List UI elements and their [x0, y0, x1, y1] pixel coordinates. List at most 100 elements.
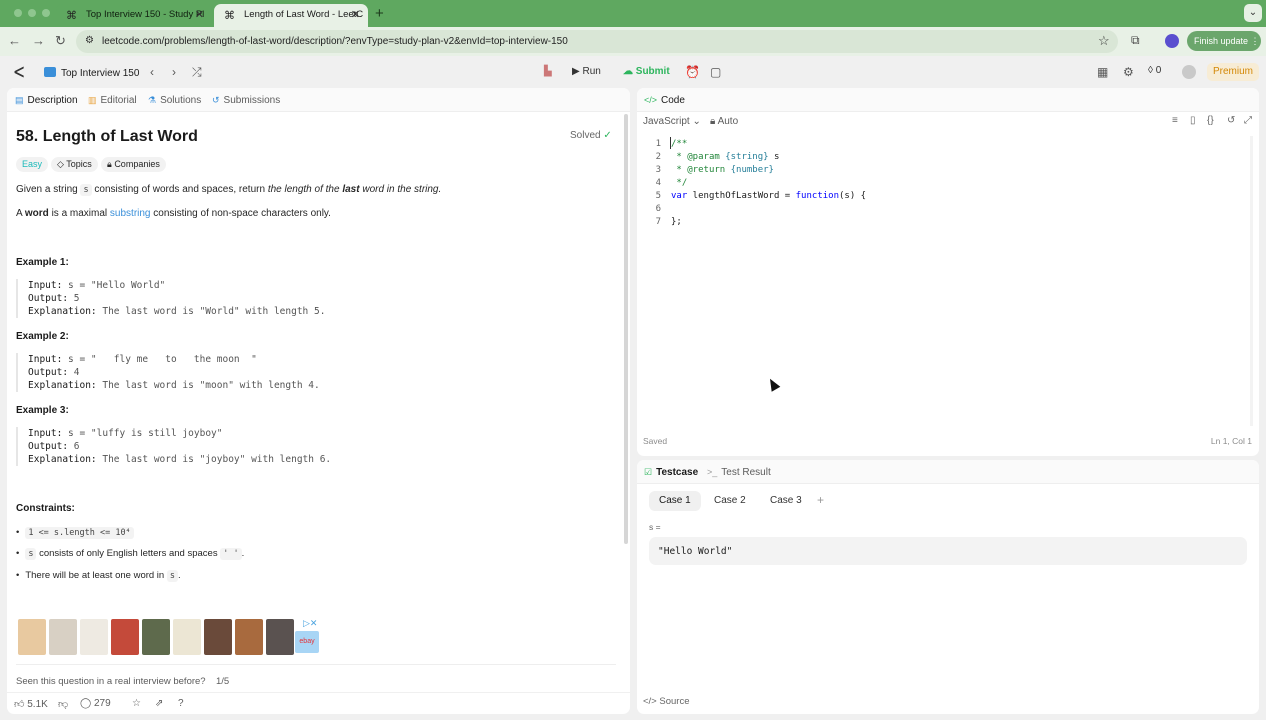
tab-editorial[interactable]: ▥ Editorial [88, 95, 137, 106]
finish-update-button[interactable]: Finish update ⋮ [1187, 31, 1261, 51]
reset-code-icon[interactable]: ↺ [1227, 115, 1235, 126]
example-explanation: Explanation: The last word is "World" wi… [28, 305, 596, 318]
ad-thumbnail[interactable] [204, 619, 232, 655]
ebay-logo-icon[interactable]: ebay [295, 631, 319, 653]
back-arrow-icon[interactable]: ← [8, 33, 21, 48]
word-definition: A word is a maximal substring consisting… [16, 208, 331, 219]
browser-tab-problem[interactable]: ⌘ Length of Last Word - LeetC ✕ [214, 4, 368, 27]
explanation-label: Explanation: [28, 306, 97, 317]
inline-code: s [25, 548, 37, 560]
topics-chip[interactable]: ◇ Topics [51, 157, 98, 172]
param-value-input[interactable]: "Hello World" [649, 537, 1247, 565]
description-scrollbar[interactable] [624, 114, 628, 544]
url-text[interactable]: leetcode.com/problems/length-of-last-wor… [102, 36, 568, 47]
tab-code[interactable]: </> Code [644, 95, 685, 106]
alarm-clock-icon[interactable]: ⏰ [685, 65, 700, 79]
window-zoom-control[interactable] [42, 9, 50, 17]
site-info-icon[interactable]: ⚙ [85, 35, 94, 46]
ad-thumbnail[interactable] [173, 619, 201, 655]
code-token: s [768, 152, 780, 162]
help-circle-icon[interactable]: ? [178, 698, 184, 709]
case-2-tab[interactable]: Case 2 [704, 491, 756, 511]
premium-button[interactable]: Premium [1207, 63, 1259, 81]
flask-icon: ⚗ [148, 95, 157, 105]
favorite-star-icon[interactable]: ☆ [132, 698, 141, 709]
ad-thumbnail[interactable] [142, 619, 170, 655]
study-list-icon [44, 67, 56, 77]
streak-counter[interactable]: ◊ 0 [1148, 65, 1161, 76]
tab-testcase[interactable]: ☑ Testcase [644, 467, 698, 478]
leetcode-favicon-icon: ⌘ [224, 10, 235, 22]
param-value[interactable]: "Hello World" [658, 546, 732, 557]
language-label: JavaScript [643, 116, 690, 127]
extensions-icon[interactable]: ⧉ [1131, 33, 1140, 48]
study-list-name[interactable]: Top Interview 150 [61, 68, 139, 79]
input-value: s = " fly me to the moon " [62, 354, 257, 365]
substring-link[interactable]: substring [110, 208, 151, 219]
forward-arrow-icon[interactable]: → [32, 33, 45, 48]
code-editor[interactable]: 1 2 3 4 5 6 7 /** * @param {string} s * … [637, 136, 1253, 426]
dislike-thumbs-down-icon[interactable]: 👎︎ [58, 698, 68, 710]
tab-test-result[interactable]: >_ Test Result [707, 467, 771, 478]
layout-grid-icon[interactable]: ▦ [1097, 65, 1108, 79]
user-avatar[interactable] [1182, 65, 1196, 79]
desc-text: A [16, 208, 25, 219]
desc-text: consisting of words and spaces, return [91, 184, 268, 195]
tab-solutions[interactable]: ⚗ Solutions [148, 95, 201, 106]
example-3-title: Example 3: [16, 405, 69, 416]
profile-avatar[interactable] [1165, 34, 1179, 48]
bookmark-star-icon[interactable]: ☆ [1098, 33, 1110, 49]
prev-problem-chevron-icon[interactable]: ‹ [150, 65, 154, 79]
tab-close-icon[interactable]: ✕ [351, 8, 360, 21]
ad-choices-icon[interactable]: ▷✕ [303, 618, 317, 629]
format-lines-icon[interactable]: ≡ [1172, 115, 1178, 126]
settings-gear-icon[interactable]: ⚙ [1123, 65, 1134, 79]
tab-submissions[interactable]: ↺ Submissions [212, 95, 280, 106]
terminal-icon: >_ [707, 467, 718, 477]
ad-thumbnail[interactable] [49, 619, 77, 655]
code-line: */ [671, 178, 688, 188]
ad-thumbnail[interactable] [235, 619, 263, 655]
braces-icon[interactable]: {} [1207, 115, 1214, 126]
testcase-panel-tabs: ☑ Testcase >_ Test Result [637, 460, 1259, 484]
tab-close-icon[interactable]: ✕ [195, 8, 204, 21]
language-select[interactable]: JavaScript ⌄ [643, 116, 701, 127]
example-2-box: Input: s = " fly me to the moon " Output… [16, 353, 596, 392]
run-button[interactable]: ▶ Run [564, 62, 609, 82]
add-case-button[interactable]: + [807, 491, 834, 511]
ad-thumbnail[interactable] [111, 619, 139, 655]
case-1-tab[interactable]: Case 1 [649, 491, 701, 511]
like-button[interactable]: 👍︎ 5.1K [14, 698, 48, 710]
debug-icon[interactable]: ▙ [544, 66, 552, 77]
line-number: 7 [655, 217, 661, 227]
submit-button[interactable]: ☁ Submit [615, 62, 678, 82]
tab-description[interactable]: ▤ Description [15, 95, 78, 106]
browser-tab-study-plan[interactable]: ⌘ Top Interview 150 - Study Pl ✕ [56, 4, 212, 27]
play-icon: ▶ [572, 66, 580, 77]
notes-icon[interactable]: ▢ [710, 65, 721, 79]
example-output: Output: 6 [28, 440, 596, 453]
window-minimize-control[interactable] [28, 9, 36, 17]
reload-icon[interactable]: ↻ [55, 33, 66, 49]
ad-thumbnail[interactable] [18, 619, 46, 655]
problem-title[interactable]: 58. Length of Last Word [16, 128, 198, 146]
tab-search-chevron-icon[interactable]: ⌄ [1244, 4, 1262, 22]
shuffle-icon[interactable]: ⤮ [192, 65, 202, 80]
new-tab-icon[interactable]: + [375, 5, 384, 22]
bookmark-icon[interactable]: ▯ [1190, 115, 1196, 126]
ad-thumbnail[interactable] [80, 619, 108, 655]
case-3-tab[interactable]: Case 3 [760, 491, 812, 511]
next-problem-chevron-icon[interactable]: › [172, 65, 176, 79]
ad-thumbnail[interactable] [266, 619, 294, 655]
leetcode-logo-icon[interactable]: ᐸ [14, 64, 24, 81]
input-label: Input: [28, 280, 63, 291]
desc-bold: last [342, 184, 360, 195]
expand-icon[interactable]: ⤢ [1244, 115, 1252, 126]
window-close-control[interactable] [14, 9, 22, 17]
share-icon[interactable]: ⇗ [155, 698, 163, 709]
source-link[interactable]: </> Source [643, 696, 690, 707]
auto-mode-toggle[interactable]: 🔒︎ Auto [710, 116, 738, 127]
companies-chip[interactable]: 🔒︎ Companies [101, 157, 166, 172]
comments-button[interactable]: ◯ 279 [80, 698, 111, 709]
editor-scrollbar[interactable] [1250, 136, 1253, 426]
